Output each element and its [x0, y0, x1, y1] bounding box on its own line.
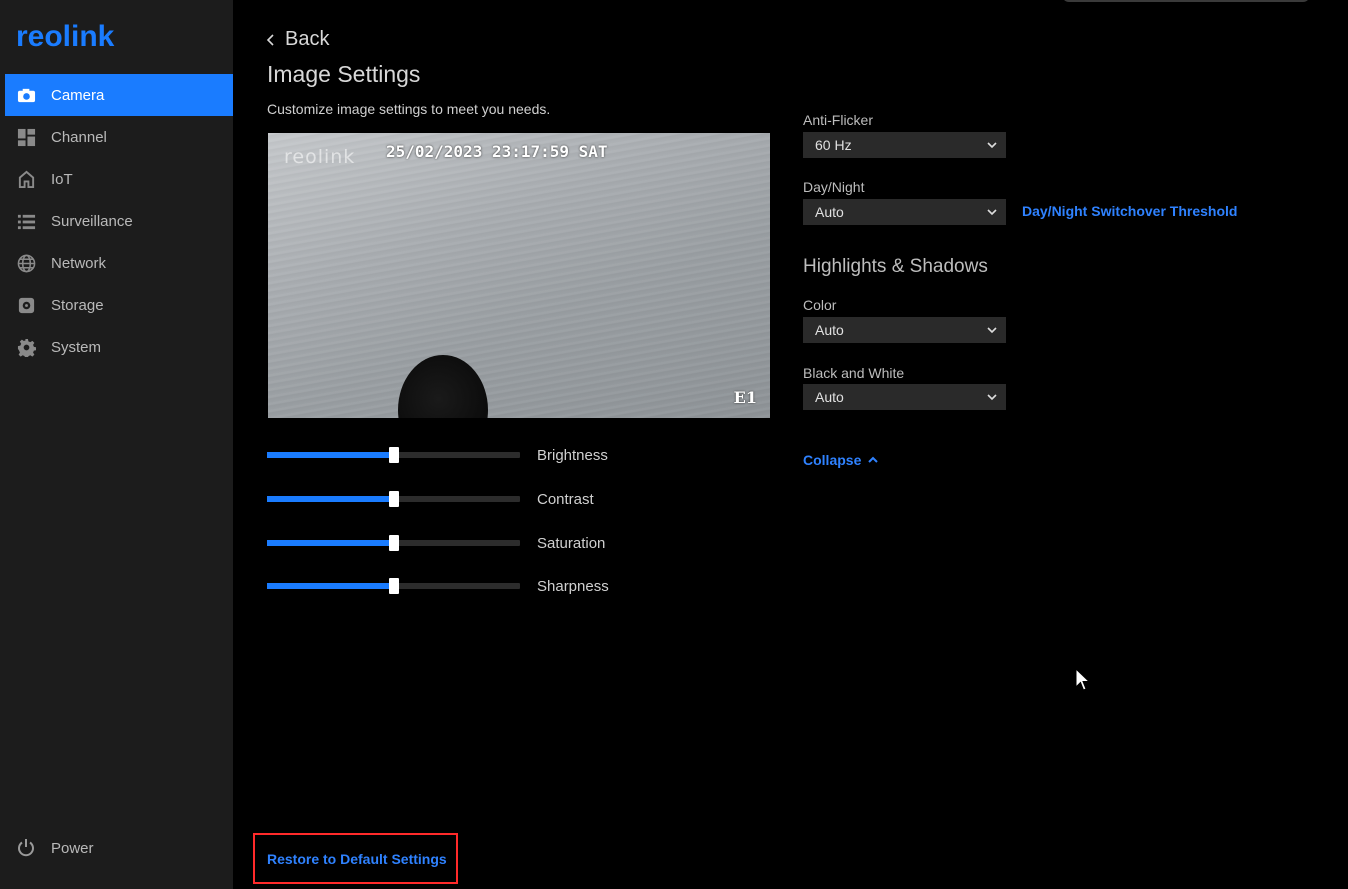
saturation-slider[interactable] [267, 535, 520, 551]
restore-defaults-button[interactable]: Restore to Default Settings [267, 851, 447, 867]
list-icon [16, 211, 36, 231]
sidebar-item-camera[interactable]: Camera [5, 74, 233, 116]
mouse-cursor-icon [1075, 668, 1091, 691]
sidebar-item-label: System [51, 338, 102, 356]
contrast-slider-row: Contrast [267, 489, 667, 509]
day-night-value: Auto [815, 204, 844, 220]
color-select[interactable]: Auto [803, 317, 1006, 343]
camera-preview: reolink 25/02/2023 23:17:59 SAT E1 [268, 133, 770, 418]
sidebar-item-storage[interactable]: Storage [5, 284, 233, 326]
sidebar: reolink Camera Channel IoT Surveillance [0, 0, 233, 889]
slider-thumb[interactable] [388, 491, 399, 507]
slider-thumb[interactable] [388, 578, 399, 594]
collapse-label: Collapse [803, 452, 862, 468]
brightness-label: Brightness [537, 446, 608, 464]
back-label: Back [285, 28, 330, 50]
brightness-slider[interactable] [267, 447, 520, 463]
contrast-slider[interactable] [267, 491, 520, 507]
page-title: Image Settings [267, 61, 421, 87]
power-label: Power [51, 839, 94, 857]
color-label: Color [803, 297, 837, 313]
anti-flicker-select[interactable]: 60 Hz [803, 132, 1006, 158]
preview-camera-name: E1 [733, 388, 757, 407]
sidebar-item-label: Camera [51, 86, 105, 104]
sidebar-item-label: IoT [51, 170, 73, 188]
globe-icon [16, 253, 36, 273]
preview-timestamp: 25/02/2023 23:17:59 SAT [386, 142, 608, 161]
highlights-shadows-title: Highlights & Shadows [803, 256, 988, 277]
sidebar-item-iot[interactable]: IoT [5, 158, 233, 200]
saturation-label: Saturation [537, 534, 606, 552]
sidebar-item-channel[interactable]: Channel [5, 116, 233, 158]
power-button[interactable]: Power [16, 838, 94, 858]
sidebar-item-label: Storage [51, 296, 104, 314]
sharpness-label: Sharpness [537, 577, 609, 595]
preview-watermark: reolink [284, 146, 356, 168]
collapse-button[interactable]: Collapse [803, 452, 879, 468]
sidebar-item-label: Surveillance [51, 212, 133, 230]
color-value: Auto [815, 322, 844, 338]
day-night-threshold-link[interactable]: Day/Night Switchover Threshold [1022, 203, 1237, 219]
day-night-select[interactable]: Auto [803, 199, 1006, 225]
saturation-slider-row: Saturation [267, 533, 667, 553]
home-icon [16, 169, 36, 189]
brightness-slider-row: Brightness [267, 445, 667, 465]
grid-icon [16, 127, 36, 147]
chevron-left-icon [266, 33, 274, 46]
slider-thumb[interactable] [388, 535, 399, 551]
storage-icon [16, 295, 36, 315]
anti-flicker-value: 60 Hz [815, 137, 852, 153]
day-night-label: Day/Night [803, 179, 865, 195]
page-subtitle: Customize image settings to meet you nee… [267, 101, 551, 117]
sidebar-item-label: Channel [51, 128, 107, 146]
gear-icon [16, 337, 36, 357]
sharpness-slider[interactable] [267, 578, 520, 594]
black-white-label: Black and White [803, 365, 905, 381]
wall-texture [268, 133, 770, 418]
sidebar-item-surveillance[interactable]: Surveillance [5, 200, 233, 242]
chevron-down-icon [987, 142, 997, 149]
svg-text:reolink: reolink [16, 20, 115, 52]
sidebar-item-label: Network [51, 254, 107, 272]
chevron-up-icon [868, 456, 879, 463]
sidebar-item-system[interactable]: System [5, 326, 233, 368]
back-button[interactable]: Back [266, 28, 329, 51]
chevron-down-icon [987, 394, 997, 401]
reolink-logo: reolink [16, 20, 115, 52]
sidebar-nav: Camera Channel IoT Surveillance Network [5, 74, 233, 368]
power-icon [18, 839, 34, 857]
top-search-bar[interactable] [1062, 0, 1310, 2]
slider-thumb[interactable] [388, 447, 399, 463]
sidebar-item-network[interactable]: Network [5, 242, 233, 284]
contrast-label: Contrast [537, 490, 594, 508]
sharpness-slider-row: Sharpness [267, 576, 667, 596]
chevron-down-icon [987, 327, 997, 334]
camera-icon [16, 85, 36, 105]
black-white-select[interactable]: Auto [803, 384, 1006, 410]
chevron-down-icon [987, 209, 997, 216]
anti-flicker-label: Anti-Flicker [803, 112, 874, 128]
black-white-value: Auto [815, 389, 844, 405]
